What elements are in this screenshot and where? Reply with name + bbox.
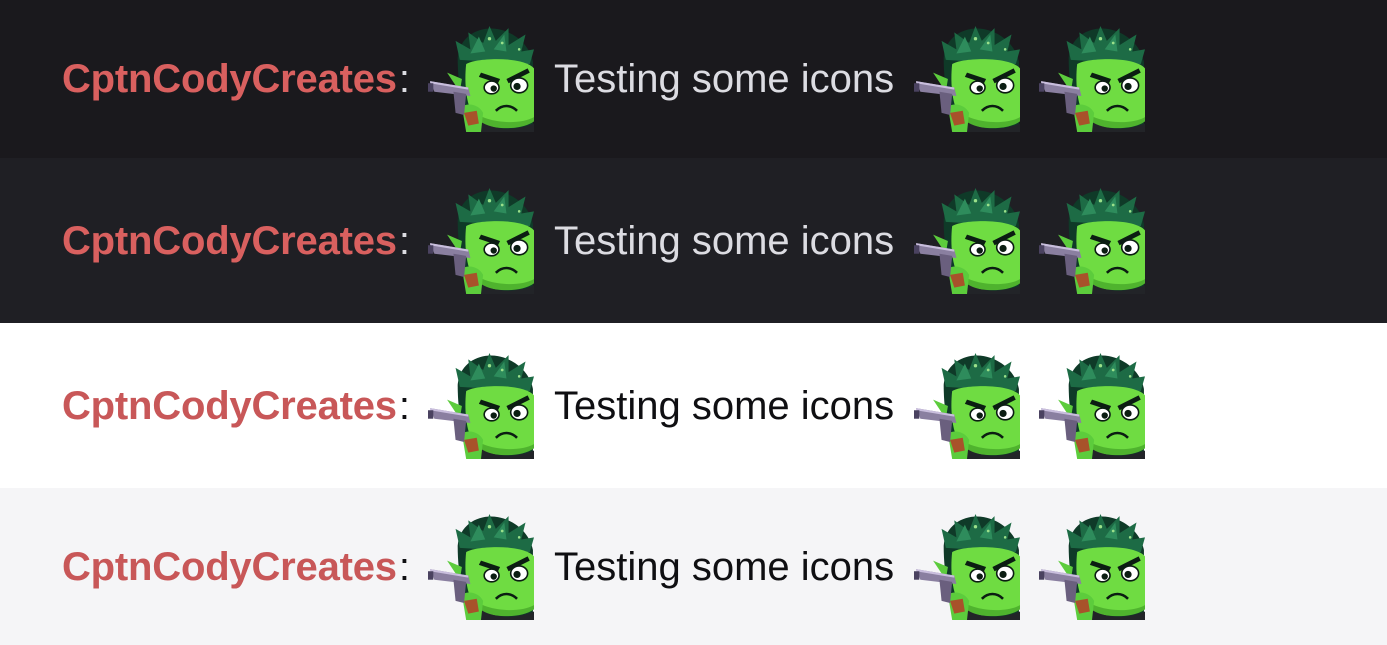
chat-separator: : <box>398 383 410 428</box>
goblin-gunner-emote-icon[interactable] <box>1039 188 1145 294</box>
chat-separator: : <box>398 57 410 101</box>
chat-separator: : <box>398 544 410 589</box>
chat-message-text: Testing some icons <box>553 57 895 101</box>
chat-username[interactable]: CptnCodyCreates <box>62 386 397 426</box>
chat-theme-preview: CptnCodyCreates : Testing some icons Cpt… <box>0 0 1387 645</box>
goblin-gunner-emote-icon[interactable] <box>914 353 1020 459</box>
goblin-gunner-emote-icon[interactable] <box>428 188 534 294</box>
chat-message-light: CptnCodyCreates : Testing some icons <box>0 323 1387 488</box>
chat-message-text: Testing some icons <box>553 218 895 263</box>
goblin-gunner-emote-icon[interactable] <box>1039 26 1145 132</box>
chat-message-light-alt: CptnCodyCreates : Testing some icons <box>0 488 1387 645</box>
chat-username[interactable]: CptnCodyCreates <box>62 59 397 99</box>
chat-username[interactable]: CptnCodyCreates <box>62 221 397 261</box>
goblin-gunner-emote-icon[interactable] <box>428 353 534 459</box>
chat-message-text: Testing some icons <box>553 544 895 589</box>
goblin-gunner-emote-icon[interactable] <box>914 514 1020 620</box>
goblin-gunner-emote-icon[interactable] <box>1039 353 1145 459</box>
goblin-gunner-emote-icon[interactable] <box>914 26 1020 132</box>
goblin-gunner-emote-icon[interactable] <box>428 514 534 620</box>
chat-separator: : <box>398 218 410 263</box>
chat-username[interactable]: CptnCodyCreates <box>62 547 397 587</box>
chat-message-dark: CptnCodyCreates : Testing some icons <box>0 0 1387 158</box>
chat-message-dark-alt: CptnCodyCreates : Testing some icons <box>0 158 1387 323</box>
chat-message-text: Testing some icons <box>553 383 895 428</box>
goblin-gunner-emote-icon[interactable] <box>1039 514 1145 620</box>
goblin-gunner-emote-icon[interactable] <box>428 26 534 132</box>
goblin-gunner-emote-icon[interactable] <box>914 188 1020 294</box>
